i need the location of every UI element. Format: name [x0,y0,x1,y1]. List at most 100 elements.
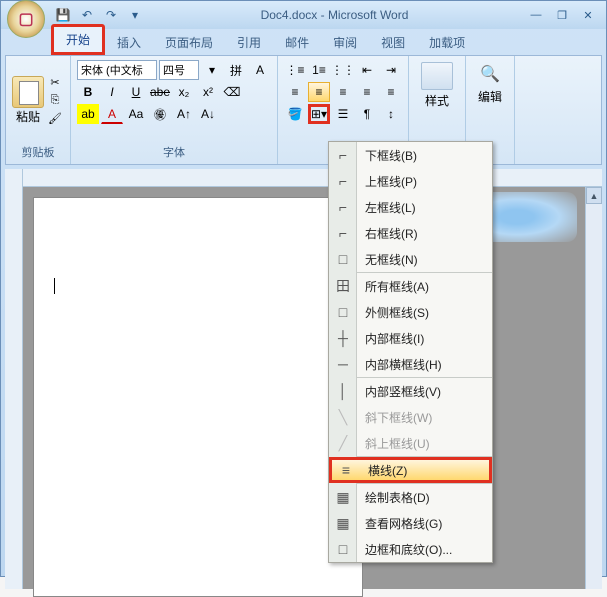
paste-label[interactable]: 粘贴 [16,108,40,125]
horizontal-ruler[interactable] [23,169,602,187]
close-button[interactable]: ✕ [576,6,600,24]
highlight-color-button[interactable]: ab [77,104,99,124]
distribute-button[interactable]: ≡ [380,82,402,102]
char-border-icon[interactable]: A [249,60,271,80]
menu-item-v[interactable]: │内部竖框线(V) [329,378,492,404]
change-case-icon[interactable]: ▾ [201,60,223,80]
tab-insert[interactable]: 插入 [105,30,153,55]
menu-item-label: 横线(Z) [360,462,407,479]
menu-item-s[interactable]: □外侧框线(S) [329,299,492,325]
sort-button[interactable]: ☰ [332,104,354,124]
shrink-font-button[interactable]: A↓ [197,104,219,124]
maximize-button[interactable]: ❐ [550,6,574,24]
office-button[interactable]: ▢ [7,0,45,38]
align-right-button[interactable]: ≡ [332,82,354,102]
menu-item-label: 边框和底纹(O)... [357,541,452,558]
minimize-button[interactable]: — [524,6,548,24]
vertical-ruler[interactable] [5,169,23,589]
menu-item-a[interactable]: 田所有框线(A) [329,273,492,299]
border-icon: ⌐ [329,194,357,220]
line-spacing-button[interactable]: ↕ [380,104,402,124]
menu-item-r[interactable]: ⌐右框线(R) [329,220,492,246]
editing-label[interactable]: 编辑 [478,88,502,105]
border-icon: │ [329,378,357,404]
font-name-combo[interactable]: 宋体 (中文标 [77,60,157,80]
menu-item-h[interactable]: ─内部横框线(H) [329,351,492,377]
menu-item-l[interactable]: ⌐左框线(L) [329,194,492,220]
undo-icon[interactable]: ↶ [77,5,97,25]
menu-item-g[interactable]: ▦查看网格线(G) [329,510,492,536]
align-justify-button[interactable]: ≡ [356,82,378,102]
font-size-combo[interactable]: 四号 [159,60,199,80]
border-icon: ⌐ [329,168,357,194]
enclose-char-icon[interactable]: ㊝ [149,104,171,124]
menu-item-i[interactable]: ┼内部框线(I) [329,325,492,351]
tab-view[interactable]: 视图 [369,30,417,55]
char-shading-icon[interactable]: Aa [125,104,147,124]
tab-references[interactable]: 引用 [225,30,273,55]
menu-item-d[interactable]: ▦绘制表格(D) [329,484,492,510]
tab-mail[interactable]: 邮件 [273,30,321,55]
vertical-scrollbar[interactable]: ▲ [585,187,602,589]
menu-item-label: 所有框线(A) [357,278,429,295]
border-icon: ╱ [329,430,357,456]
multilevel-button[interactable]: ⋮⋮ [332,60,354,80]
show-marks-button[interactable]: ¶ [356,104,378,124]
bold-button[interactable]: B [77,82,99,102]
align-center-button[interactable]: ≡ [308,82,330,102]
styles-icon[interactable] [421,62,453,90]
border-icon: ⌐ [329,142,357,168]
menu-item-label: 右框线(R) [357,225,418,242]
menu-item-label: 绘制表格(D) [357,489,430,506]
menu-item-label: 内部竖框线(V) [357,383,441,400]
menu-item-u: ╱斜上框线(U) [329,430,492,456]
superscript-button[interactable]: x² [197,82,219,102]
group-clipboard: 粘贴 ✂ ⎘ 🖌 剪贴板 [6,56,71,164]
quick-access-toolbar: 💾 ↶ ↷ ▾ [53,5,145,25]
menu-item-b[interactable]: ⌐下框线(B) [329,142,492,168]
tab-layout[interactable]: 页面布局 [153,30,225,55]
align-left-button[interactable]: ≡ [284,82,306,102]
decrease-indent-button[interactable]: ⇤ [356,60,378,80]
font-color-button[interactable]: A [101,104,123,124]
tab-home[interactable]: 开始 [51,24,105,55]
tab-addins[interactable]: 加载项 [417,30,477,55]
window-title: Doc4.docx - Microsoft Word [145,8,524,22]
bullets-button[interactable]: ⋮≡ [284,60,306,80]
styles-label[interactable]: 样式 [425,92,449,109]
numbering-button[interactable]: 1≡ [308,60,330,80]
menu-item-p[interactable]: ⌐上框线(P) [329,168,492,194]
window-controls: — ❐ ✕ [524,6,600,24]
format-painter-icon[interactable]: 🖌 [46,110,64,126]
menu-item-label: 内部框线(I) [357,330,424,347]
menu-item-z[interactable]: ≡横线(Z) [329,457,492,483]
scroll-up-icon[interactable]: ▲ [586,187,602,204]
shading-button[interactable]: 🪣 [284,104,306,124]
borders-button[interactable]: ⊞▾ [308,104,330,124]
clear-format-icon[interactable]: ⌫ [221,82,243,102]
underline-button[interactable]: U [125,82,147,102]
grow-font-button[interactable]: A↑ [173,104,195,124]
subscript-button[interactable]: x₂ [173,82,195,102]
menu-item-n[interactable]: □无框线(N) [329,246,492,272]
find-icon[interactable]: 🔍 [478,62,502,86]
menu-item-label: 左框线(L) [357,199,416,216]
menu-item-o[interactable]: □边框和底纹(O)... [329,536,492,562]
border-icon: ┼ [329,325,357,351]
qat-more-icon[interactable]: ▾ [125,5,145,25]
tab-review[interactable]: 审阅 [321,30,369,55]
document-page[interactable] [33,197,363,597]
cut-icon[interactable]: ✂ [46,74,64,90]
paste-icon[interactable] [12,76,44,108]
border-icon: 田 [329,273,357,299]
redo-icon[interactable]: ↷ [101,5,121,25]
phonetic-icon[interactable]: 拼 [225,60,247,80]
increase-indent-button[interactable]: ⇥ [380,60,402,80]
ribbon: 粘贴 ✂ ⎘ 🖌 剪贴板 宋体 (中文标 四号 ▾ 拼 A [5,55,602,165]
copy-icon[interactable]: ⎘ [46,92,64,108]
border-icon: ⌐ [329,220,357,246]
save-icon[interactable]: 💾 [53,5,73,25]
strike-button[interactable]: abe [149,82,171,102]
italic-button[interactable]: I [101,82,123,102]
group-font-label: 字体 [75,142,273,162]
